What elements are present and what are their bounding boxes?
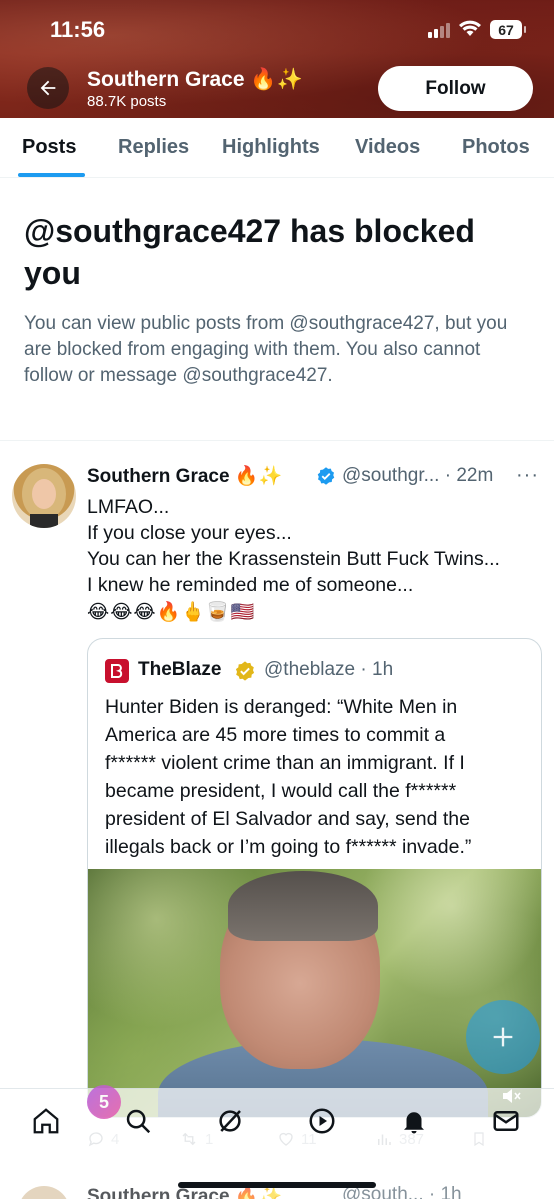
avatar[interactable] [12,464,76,528]
quoted-line: president of El Salvador and say, send t… [105,808,470,830]
tweet-line: You can her the Krassenstein Butt Fuck T… [87,548,500,570]
tab-replies[interactable]: Replies [118,136,189,159]
search-icon [126,1109,151,1134]
more-options-icon[interactable]: ··· [516,464,539,487]
status-time: 11:56 [50,17,106,42]
quoted-author-name: TheBlaze [138,659,222,680]
spaces-badge[interactable]: 5 [87,1085,121,1119]
avatar-portrait [22,468,66,528]
quoted-line: illegals back or I’m going to f****** in… [105,836,472,858]
tab-videos[interactable]: Videos [355,136,420,159]
nav-video[interactable] [306,1105,338,1137]
profile-tabs: Posts Replies Highlights Videos Photos [0,118,554,178]
tweet-handle-time: @southgr... · 22m [342,465,494,486]
play-circle-icon [309,1108,335,1134]
home-indicator [178,1182,376,1188]
grok-icon [219,1110,241,1132]
nav-search[interactable] [122,1105,154,1137]
tab-highlights[interactable]: Highlights [222,136,320,159]
profile-header: 11:56 67 Southern Grace 🔥✨ 88.7K posts F… [0,0,554,118]
quoted-line: Hunter Biden is deranged: “White Men in [105,696,458,718]
nav-notifications[interactable] [398,1105,430,1137]
tab-photos[interactable]: Photos [462,136,530,159]
back-button[interactable] [27,67,69,109]
tweet-line: I knew he reminded me of someone... [87,574,414,596]
nav-home[interactable] [30,1105,62,1137]
quoted-handle-time: @theblaze · 1h [264,659,394,680]
quoted-text: Hunter Biden is deranged: “White Men in … [105,693,535,861]
blocked-title: @southgrace427 has blocked you [24,213,475,291]
bell-icon [404,1112,424,1134]
active-tab-indicator [18,173,85,177]
nav-grok[interactable] [214,1105,246,1137]
quoted-video-thumbnail[interactable] [88,869,541,1117]
plus-icon [493,1027,513,1047]
quoted-line: f****** violent crime than an immigrant.… [105,752,465,774]
envelope-icon [493,1111,519,1131]
battery-icon: 67 [490,20,526,39]
post-count: 88.7K posts [87,93,167,110]
cellular-signal-icon [428,22,450,38]
compose-plus-button[interactable] [466,1000,540,1074]
tweet-line: If you close your eyes... [87,522,292,544]
theblaze-logo-icon [105,659,129,683]
quoted-line: became president, I would call the f****… [105,780,457,802]
tweet-line: LMFAO... [87,496,170,518]
tweet-author-name[interactable]: Southern Grace 🔥✨ [87,464,282,488]
wifi-icon [458,19,482,42]
nav-messages[interactable] [490,1105,522,1137]
next-tweet-avatar[interactable] [18,1186,70,1199]
tweet-text: LMFAO... If you close your eyes... You c… [87,494,547,598]
arrow-left-icon [40,80,56,96]
tab-posts[interactable]: Posts [22,136,76,159]
gold-verified-badge-icon [234,660,256,687]
verified-badge-icon [316,466,336,491]
quoted-line: America are 45 more times to commit a [105,724,446,746]
home-icon [33,1108,59,1134]
blocked-description: You can view public posts from @southgra… [24,313,508,386]
tweet-emojis: 😂😂😂🔥🖕🥃🇺🇸 [87,602,256,623]
status-bar: 11:56 67 [0,0,554,60]
hair-shape [228,871,378,941]
profile-name: Southern Grace 🔥✨ [87,68,303,91]
follow-button[interactable]: Follow [378,66,533,111]
bottom-navigation [0,1088,554,1158]
divider [0,440,554,441]
